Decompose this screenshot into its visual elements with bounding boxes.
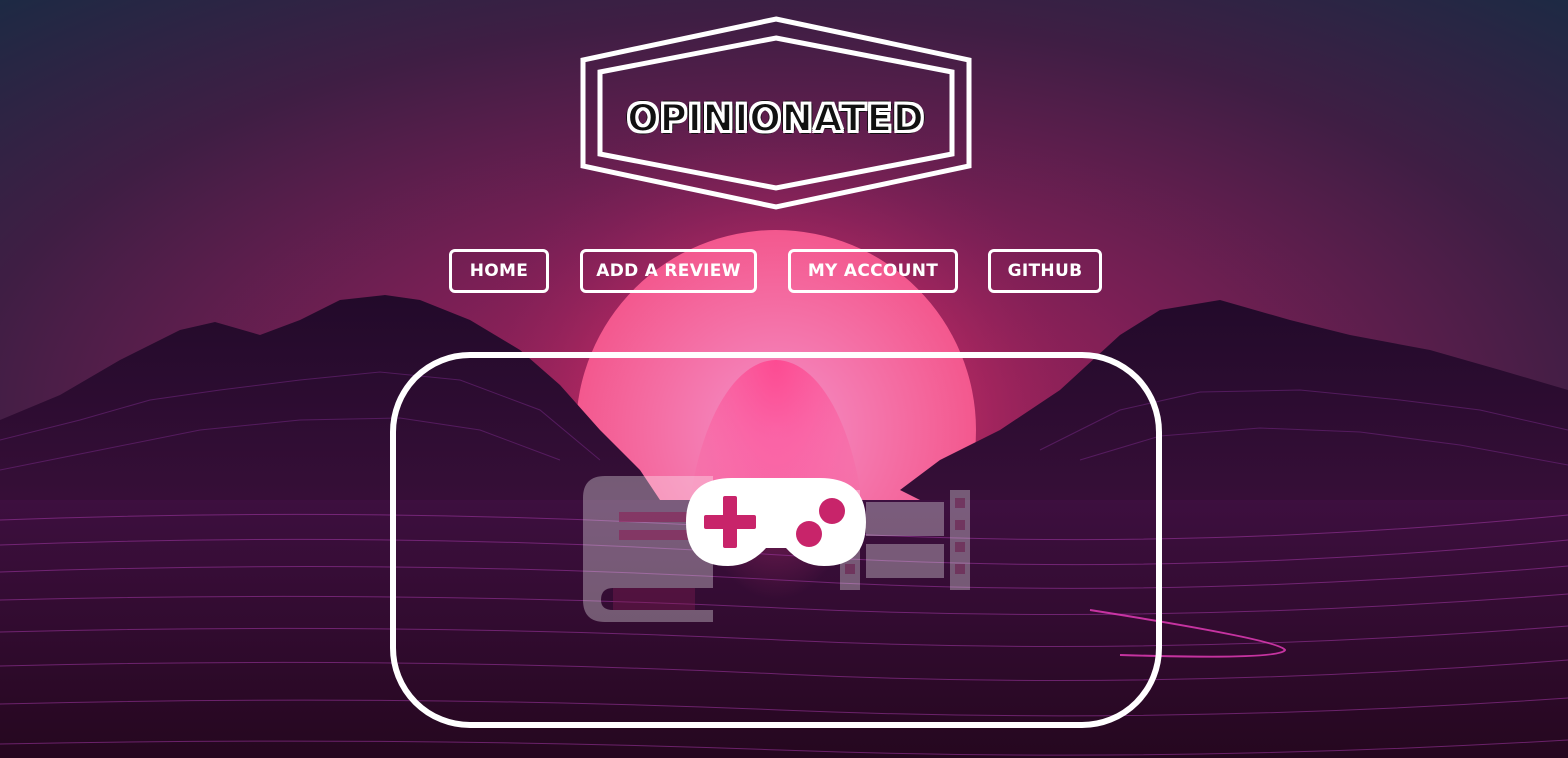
nav-add-review-button[interactable]: ADD A REVIEW — [580, 249, 757, 293]
nav-home-button[interactable]: HOME — [449, 249, 549, 293]
site-logo[interactable]: OPINIONATED — [580, 16, 972, 210]
gamepad-icon — [686, 476, 866, 568]
nav-github-button[interactable]: GITHUB — [988, 249, 1102, 293]
logo-text: OPINIONATED — [626, 97, 925, 140]
nav-my-account-button[interactable]: MY ACCOUNT — [788, 249, 958, 293]
